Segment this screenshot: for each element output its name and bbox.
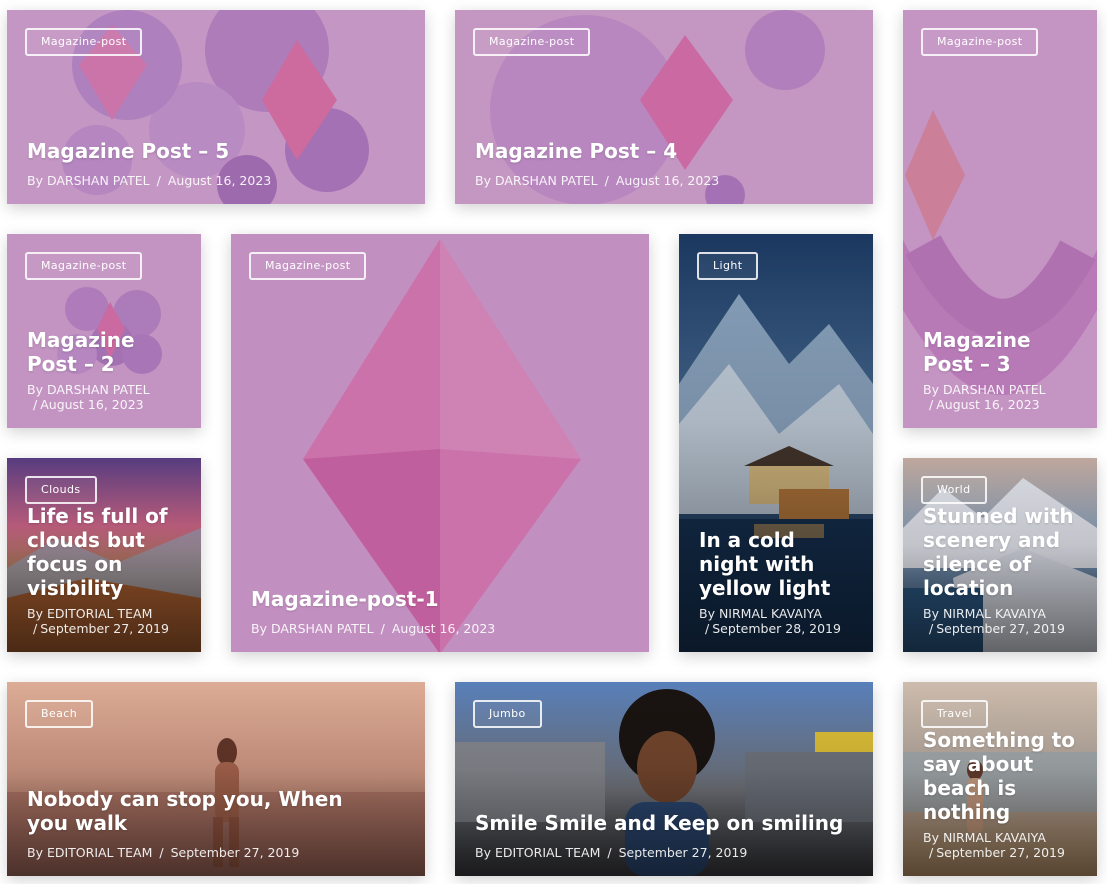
post-date[interactable]: September 27, 2019 xyxy=(171,845,300,860)
category-tag[interactable]: Travel xyxy=(921,700,989,728)
meta-separator: / xyxy=(929,397,934,412)
post-author[interactable]: By EDITORIAL TEAM xyxy=(27,606,185,621)
post-card-magazine-post-1[interactable]: Magazine-post Magazine-post-1 By DARSHAN… xyxy=(231,234,649,652)
post-author[interactable]: By DARSHAN PATEL xyxy=(923,382,1081,397)
post-card-jumbo[interactable]: Jumbo Smile Smile and Keep on smiling By… xyxy=(455,682,873,876)
post-meta: By EDITORIAL TEAM / September 27, 2019 xyxy=(27,606,185,636)
post-card-world[interactable]: World Stunned with scenery and silence o… xyxy=(903,458,1097,652)
category-tag[interactable]: Light xyxy=(697,252,759,280)
category-tag[interactable]: Magazine-post xyxy=(921,28,1039,56)
post-date[interactable]: August 16, 2023 xyxy=(40,397,143,412)
post-meta: By EDITORIAL TEAM / September 27, 2019 xyxy=(475,845,857,860)
category-tag[interactable]: Beach xyxy=(25,700,94,728)
post-author[interactable]: By DARSHAN PATEL xyxy=(27,173,150,188)
category-tag[interactable]: Magazine-post xyxy=(25,252,143,280)
post-meta: By EDITORIAL TEAM / September 27, 2019 xyxy=(27,845,409,860)
post-date[interactable]: September 27, 2019 xyxy=(40,621,169,636)
post-card-clouds[interactable]: Clouds Life is full of clouds but focus … xyxy=(7,458,201,652)
post-author[interactable]: By EDITORIAL TEAM xyxy=(27,845,152,860)
post-date[interactable]: August 16, 2023 xyxy=(936,397,1039,412)
post-card-magazine-post-5[interactable]: Magazine-post Magazine Post – 5 By DARSH… xyxy=(7,10,425,204)
post-title[interactable]: Nobody can stop you, When you walk xyxy=(27,787,387,835)
post-meta: By DARSHAN PATEL / August 16, 2023 xyxy=(251,621,633,636)
post-meta: By DARSHAN PATEL / August 16, 2023 xyxy=(475,173,857,188)
post-date[interactable]: September 27, 2019 xyxy=(619,845,748,860)
post-meta: By DARSHAN PATEL / August 16, 2023 xyxy=(27,173,409,188)
post-author[interactable]: By EDITORIAL TEAM xyxy=(475,845,600,860)
post-card-magazine-post-3[interactable]: Magazine-post Magazine Post – 3 By DARSH… xyxy=(903,10,1097,428)
meta-separator: / xyxy=(929,845,934,860)
post-card-beach[interactable]: Beach Nobody can stop you, When you walk… xyxy=(7,682,425,876)
meta-separator: / xyxy=(929,621,934,636)
post-date[interactable]: September 28, 2019 xyxy=(712,621,841,636)
post-card-magazine-post-2[interactable]: Magazine-post Magazine Post – 2 By DARSH… xyxy=(7,234,201,428)
category-tag[interactable]: Magazine-post xyxy=(25,28,143,56)
meta-separator: / xyxy=(607,845,612,860)
post-author[interactable]: By DARSHAN PATEL xyxy=(475,173,598,188)
post-title[interactable]: Something to say about beach is nothing xyxy=(923,728,1081,824)
post-date[interactable]: September 27, 2019 xyxy=(936,621,1065,636)
meta-separator: / xyxy=(705,621,710,636)
post-title[interactable]: Magazine Post – 4 xyxy=(475,139,857,163)
meta-separator: / xyxy=(33,397,38,412)
post-date[interactable]: August 16, 2023 xyxy=(616,173,719,188)
category-tag[interactable]: Magazine-post xyxy=(473,28,591,56)
post-title[interactable]: In a cold night with yellow light xyxy=(699,528,857,600)
post-title[interactable]: Magazine Post – 3 xyxy=(923,328,1081,376)
post-author[interactable]: By DARSHAN PATEL xyxy=(27,382,185,397)
post-meta: By NIRMAL KAVAIYA / September 27, 2019 xyxy=(923,830,1081,860)
category-tag[interactable]: Jumbo xyxy=(473,700,542,728)
post-author[interactable]: By NIRMAL KAVAIYA xyxy=(923,830,1081,845)
post-author[interactable]: By DARSHAN PATEL xyxy=(251,621,374,636)
post-title[interactable]: Magazine-post-1 xyxy=(251,587,633,611)
post-card-travel[interactable]: Travel Something to say about beach is n… xyxy=(903,682,1097,876)
meta-separator: / xyxy=(33,621,38,636)
meta-separator: / xyxy=(156,173,161,188)
category-tag[interactable]: Magazine-post xyxy=(249,252,367,280)
meta-separator: / xyxy=(380,621,385,636)
category-tag[interactable]: Clouds xyxy=(25,476,97,504)
post-title[interactable]: Smile Smile and Keep on smiling xyxy=(475,811,857,835)
post-card-magazine-post-4[interactable]: Magazine-post Magazine Post – 4 By DARSH… xyxy=(455,10,873,204)
post-date[interactable]: August 16, 2023 xyxy=(168,173,271,188)
post-meta: By NIRMAL KAVAIYA / September 27, 2019 xyxy=(923,606,1081,636)
post-title[interactable]: Magazine Post – 2 xyxy=(27,328,185,376)
post-meta: By DARSHAN PATEL / August 16, 2023 xyxy=(27,382,185,412)
category-tag[interactable]: World xyxy=(921,476,987,504)
meta-separator: / xyxy=(604,173,609,188)
meta-separator: / xyxy=(159,845,164,860)
post-title[interactable]: Life is full of clouds but focus on visi… xyxy=(27,504,185,600)
post-meta: By NIRMAL KAVAIYA / September 28, 2019 xyxy=(699,606,857,636)
post-title[interactable]: Stunned with scenery and silence of loca… xyxy=(923,504,1081,600)
post-author[interactable]: By NIRMAL KAVAIYA xyxy=(699,606,857,621)
post-card-cold-night[interactable]: Light In a cold night with yellow light … xyxy=(679,234,873,652)
post-author[interactable]: By NIRMAL KAVAIYA xyxy=(923,606,1081,621)
post-date[interactable]: September 27, 2019 xyxy=(936,845,1065,860)
post-date[interactable]: August 16, 2023 xyxy=(392,621,495,636)
post-title[interactable]: Magazine Post – 5 xyxy=(27,139,409,163)
post-meta: By DARSHAN PATEL / August 16, 2023 xyxy=(923,382,1081,412)
